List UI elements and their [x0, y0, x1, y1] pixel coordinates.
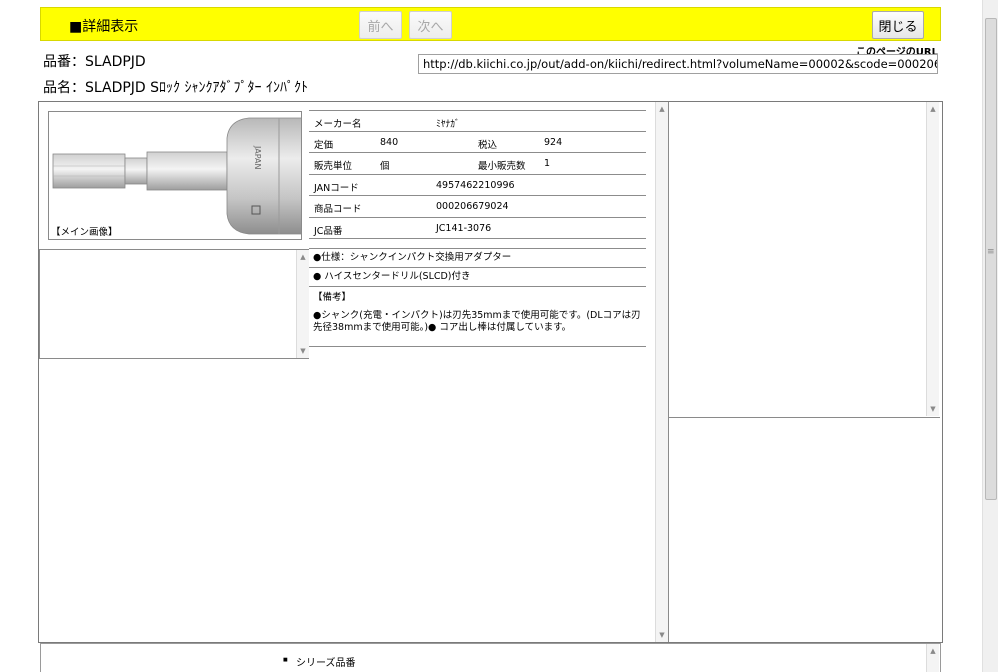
min-label: 最小販売数: [478, 161, 526, 172]
right-panel-bottom: [668, 418, 940, 642]
header-bar: ■詳細表示 前へ 次へ 閉じる: [40, 7, 941, 41]
spec-row: 販売単位 個 最小販売数 1: [309, 153, 646, 175]
price-value: 840: [380, 136, 399, 148]
right-panel-top: ▲ ▼: [668, 102, 940, 418]
page-url-field[interactable]: http://db.kiichi.co.jp/out/add-on/kiichi…: [418, 54, 938, 74]
page-scroll-thumb[interactable]: [985, 18, 997, 500]
spec-row: JC品番 JC141-3076: [309, 218, 646, 239]
code-label: 商品コード: [314, 204, 362, 215]
scroll-down-icon[interactable]: ▼: [297, 345, 309, 357]
scroll-down-icon[interactable]: ▼: [927, 403, 939, 415]
remarks-label: 【備考】: [313, 292, 352, 303]
spec-row: JANコード 4957462210996: [309, 175, 646, 196]
scroll-up-icon[interactable]: ▲: [927, 103, 939, 115]
right-panel-scrollbar[interactable]: ▲ ▼: [926, 102, 939, 416]
scroll-up-icon[interactable]: ▲: [927, 645, 939, 657]
jan-value: 4957462210996: [436, 179, 515, 191]
prev-button[interactable]: 前へ: [359, 11, 402, 39]
spec-row: メーカー名 ﾐﾔﾅｶﾞ: [309, 110, 646, 132]
spec-row: 定価 840 税込 924: [309, 132, 646, 153]
detail-frame: JAPAN 【メイン画像】 ▲ ▼ メーカー名 ﾐﾔﾅｶﾞ 定価 840 税込 …: [38, 101, 943, 643]
close-button[interactable]: 閉じる: [872, 11, 924, 39]
remarks-text: ●シャンク(充電・インパクト)は刃先35mmまで使用可能です。(DLコアは刃先径…: [313, 310, 641, 333]
main-image: JAPAN 【メイン画像】: [48, 111, 302, 240]
adapter-photo: JAPAN: [52, 117, 301, 235]
min-value: 1: [544, 158, 551, 169]
japan-stamp: JAPAN: [253, 145, 262, 169]
scroll-up-icon[interactable]: ▲: [656, 103, 668, 115]
sub-image-scrollbar[interactable]: ▲ ▼: [296, 250, 309, 358]
jc-label: JC品番: [314, 225, 343, 237]
page-scrollbar[interactable]: [982, 0, 998, 672]
unit-value: 個: [380, 161, 390, 172]
series-scrollbar[interactable]: ▲: [926, 644, 939, 672]
spec-note: ●仕様：シャンクインパクト交換用アダプター: [309, 248, 646, 267]
part-number: 品番：SLADPJD: [43, 54, 146, 70]
page-title: ■詳細表示: [69, 19, 139, 35]
maker-value: ﾐﾔﾅｶﾞ: [436, 119, 460, 130]
part-name: 品名：SLADPJD Sﾛｯｸ ｼｬﾝｸｱﾀﾞﾌﾟﾀｰ ｲﾝﾊﾟｸﾄ: [43, 80, 308, 96]
scroll-down-icon[interactable]: ▼: [656, 629, 668, 641]
center-scrollbar[interactable]: ▲ ▼: [655, 102, 668, 642]
jan-label: JANコード: [314, 182, 359, 194]
notes-section: ●仕様：シャンクインパクト交換用アダプター ● ハイスセンタードリル(SLCD)…: [309, 248, 646, 347]
main-image-caption: 【メイン画像】: [51, 227, 118, 238]
code-value: 000206679024: [436, 201, 509, 212]
sub-image-box: ▲ ▼: [39, 249, 309, 359]
unit-label: 販売単位: [314, 161, 353, 172]
series-frame: シリーズ品番 ▲: [40, 643, 941, 672]
jc-value: JC141-3076: [436, 222, 492, 234]
tax-label: 税込: [478, 139, 498, 151]
scroll-up-icon[interactable]: ▲: [297, 251, 309, 263]
price-label: 定価: [314, 139, 334, 151]
tax-value: 924: [544, 136, 563, 148]
spec-row: 商品コード 000206679024: [309, 196, 646, 218]
next-button[interactable]: 次へ: [409, 11, 452, 39]
spec-table: メーカー名 ﾐﾔﾅｶﾞ 定価 840 税込 924 販売単位 個 最小販売数 1…: [309, 110, 646, 239]
remarks: 【備考】 ●シャンク(充電・インパクト)は刃先35mmまで使用可能です。(DLコ…: [309, 286, 646, 347]
maker-label: メーカー名: [314, 119, 362, 130]
series-label: シリーズ品番: [283, 654, 355, 669]
spec-note: ● ハイスセンタードリル(SLCD)付き: [309, 267, 646, 286]
